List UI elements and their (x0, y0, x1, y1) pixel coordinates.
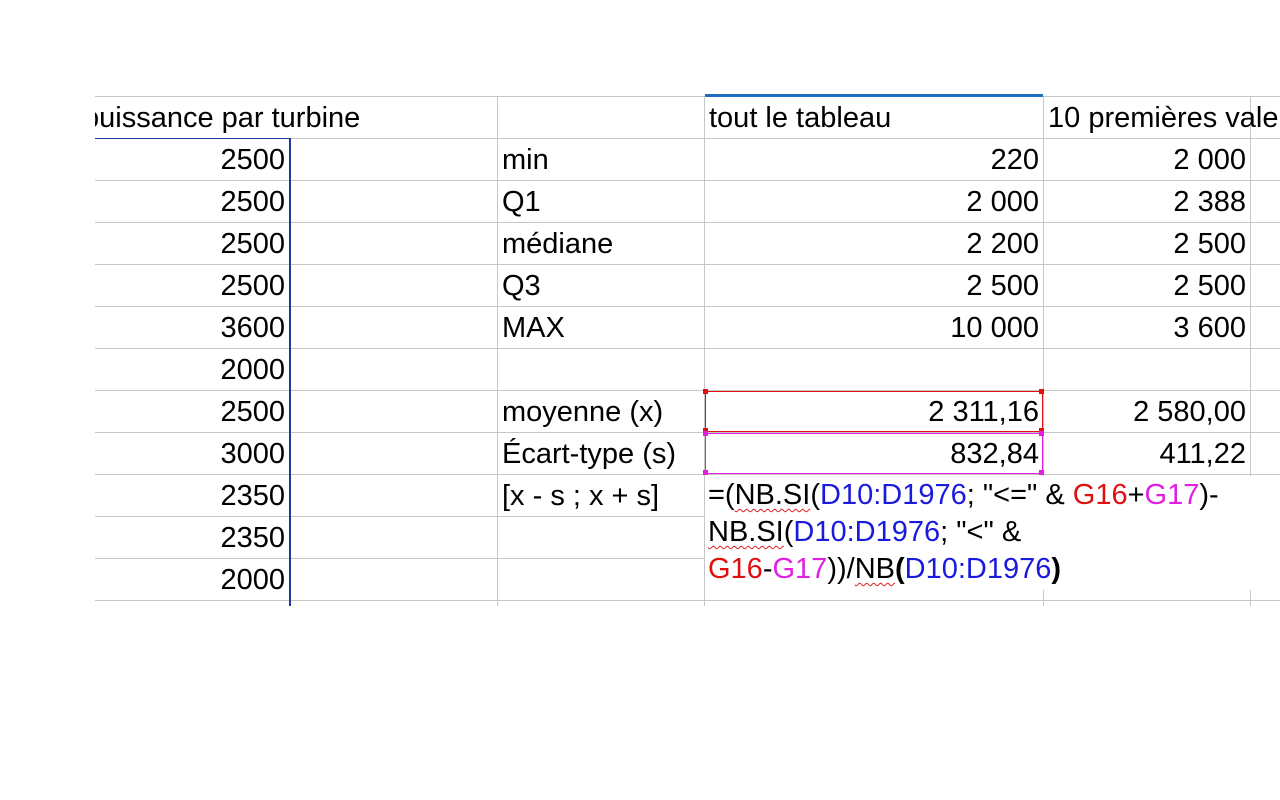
reference-highlight-g16 (705, 391, 1043, 432)
first-ten-header-cell[interactable]: 10 premières valeurs (1044, 97, 1280, 139)
range-reference: D10:D1976 (820, 479, 967, 511)
statistic-label-cell[interactable]: moyenne (x) (498, 391, 704, 433)
whole-table-value-cell[interactable]: 2 500 (705, 265, 1043, 307)
power-value-cell[interactable]: 2500 (95, 181, 289, 223)
power-value-cell[interactable]: 3600 (95, 307, 289, 349)
statistic-label-cell[interactable]: Q3 (498, 265, 704, 307)
resize-handle[interactable] (703, 470, 708, 475)
cell-reference-g17: G17 (772, 553, 828, 585)
power-value-cell[interactable]: 2000 (95, 349, 289, 391)
range-reference: D10:D1976 (904, 553, 1052, 585)
formula-edit-cell[interactable]: =(NB.SI(D10:D1976; "<=" & G16+G17)- NB.S… (708, 477, 1280, 588)
formula-line-1: =(NB.SI(D10:D1976; "<=" & G16+G17)- (708, 479, 1219, 511)
power-value-cell[interactable]: 2500 (95, 139, 289, 181)
whole-table-value-cell[interactable]: 10 000 (705, 307, 1043, 349)
cell-reference-g16: G16 (1072, 479, 1128, 511)
column-a-header-cell[interactable]: puissance par turbine (95, 97, 495, 139)
resize-handle[interactable] (703, 431, 708, 436)
formula-line-3: G16-G17))/NB(D10:D1976) (708, 553, 1062, 585)
first-ten-value-cell[interactable]: 2 500 (1044, 223, 1250, 265)
grid-line (1043, 590, 1044, 606)
whole-table-value-cell[interactable] (705, 349, 1043, 391)
first-ten-value-cell[interactable]: 2 580,00 (1044, 391, 1250, 433)
first-ten-value-cell[interactable]: 411,22 (1044, 433, 1250, 475)
statistic-label-cell[interactable] (498, 517, 704, 559)
first-ten-value-cell[interactable]: 2 000 (1044, 139, 1250, 181)
range-reference: D10:D1976 (793, 516, 941, 548)
spreadsheet-grid[interactable]: puissance par turbine 2500 2500 2500 2500 36… (0, 0, 1280, 800)
statistic-label-cell[interactable]: Écart-type (s) (498, 433, 704, 475)
column-a-header-text: puissance par turbine (95, 102, 361, 134)
first-ten-value-cell[interactable]: 2 388 (1044, 181, 1250, 223)
whole-table-value-cell[interactable]: 220 (705, 139, 1043, 181)
grid-line (1250, 590, 1251, 606)
statistic-label-cell[interactable]: médiane (498, 223, 704, 265)
cell-reference-g16: G16 (708, 553, 763, 585)
statistic-label-cell[interactable]: MAX (498, 307, 704, 349)
power-value-cell[interactable]: 2500 (95, 223, 289, 265)
function-name: NB.SI (734, 479, 811, 511)
power-value-cell[interactable]: 2350 (95, 475, 289, 517)
resize-handle[interactable] (1039, 389, 1044, 394)
first-ten-value-cell[interactable] (1044, 349, 1250, 391)
power-value-cell[interactable]: 3000 (95, 433, 289, 475)
statistic-label-cell[interactable] (498, 559, 704, 601)
power-value-cell[interactable]: 2500 (95, 265, 289, 307)
whole-table-value-cell[interactable]: 2 200 (705, 223, 1043, 265)
cell-reference-g17: G17 (1144, 479, 1200, 511)
whole-table-value-cell[interactable]: 2 000 (705, 181, 1043, 223)
resize-handle[interactable] (1039, 470, 1044, 475)
grid-line (289, 138, 291, 606)
statistic-label-cell[interactable]: [x - s ; x + s] (498, 475, 704, 517)
function-name: NB.SI (708, 516, 784, 548)
statistic-label-cell[interactable]: Q1 (498, 181, 704, 223)
statistic-label-cell[interactable] (498, 349, 704, 391)
statistic-label-cell[interactable]: min (498, 139, 704, 181)
whole-table-header-cell[interactable]: tout le tableau (705, 97, 1043, 139)
power-value-cell[interactable]: 2500 (95, 391, 289, 433)
first-ten-value-cell[interactable]: 2 500 (1044, 265, 1250, 307)
resize-handle[interactable] (1039, 431, 1044, 436)
first-ten-value-cell[interactable]: 3 600 (1044, 307, 1250, 349)
formula-line-2: NB.SI(D10:D1976; "<" & (708, 516, 1022, 548)
function-name: NB (854, 553, 895, 585)
power-value-cell[interactable]: 2000 (95, 559, 289, 601)
grid-line (1250, 96, 1251, 476)
power-value-cell[interactable]: 2350 (95, 517, 289, 559)
reference-highlight-g17 (705, 433, 1043, 474)
resize-handle[interactable] (703, 389, 708, 394)
